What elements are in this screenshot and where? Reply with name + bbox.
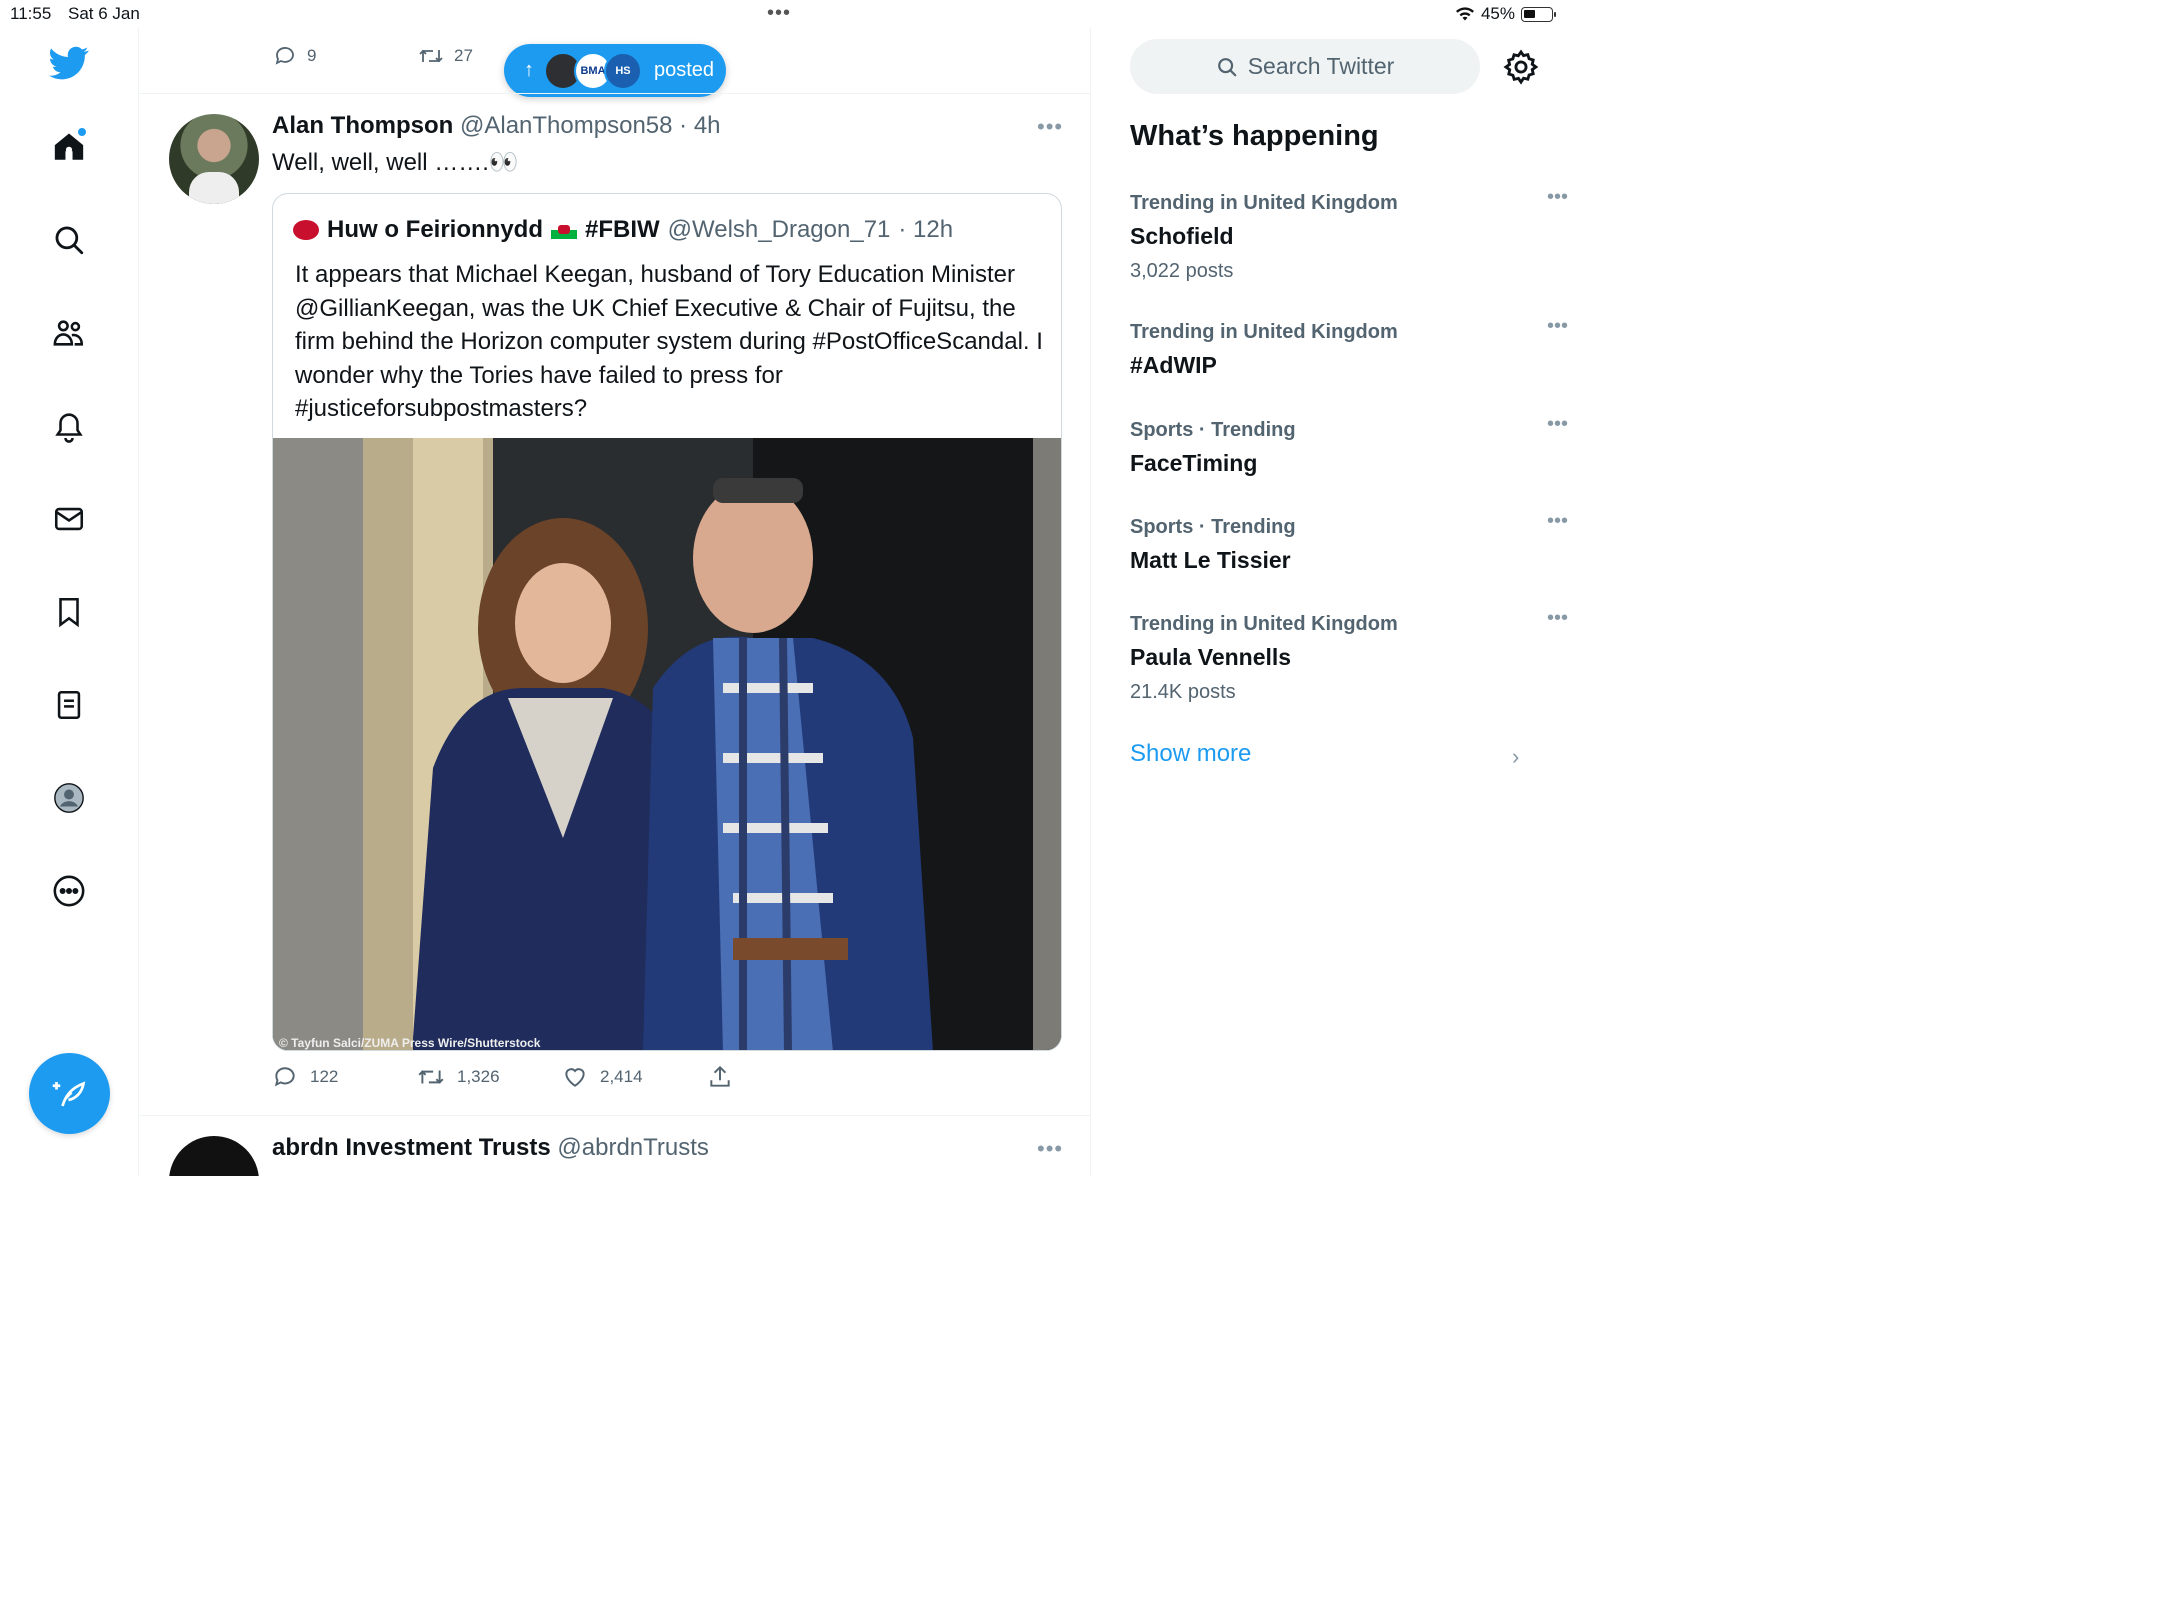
trend-context: Trending in United Kingdom xyxy=(1130,321,1398,343)
trend-title: #AdWIP xyxy=(1130,352,1217,378)
compose-icon xyxy=(52,1080,85,1106)
wifi-icon xyxy=(1455,7,1474,21)
share-icon xyxy=(710,1065,730,1087)
search-icon xyxy=(1217,57,1237,76)
status-time: 11:55 xyxy=(10,4,52,23)
trend-item[interactable]: Trending in United Kingdom Schofield 3,0… xyxy=(1130,186,1568,283)
home-notification-dot xyxy=(78,128,86,136)
tweet-divider xyxy=(139,1115,1090,1116)
trend-context: Sports · Trending xyxy=(1130,516,1296,538)
trend-item[interactable]: Trending in United Kingdom Paula Vennell… xyxy=(1130,607,1568,704)
welsh-dragon-icon xyxy=(293,220,319,240)
retweet-button[interactable]: 1,326 xyxy=(417,1064,562,1090)
trend-title: Schofield xyxy=(1130,223,1234,249)
quote-time[interactable]: · 12h xyxy=(898,216,953,244)
trend-title: FaceTiming xyxy=(1130,450,1258,476)
author-handle[interactable]: @abrdnTrusts xyxy=(557,1134,709,1161)
whats-happening-heading: What’s happening xyxy=(1130,120,1379,152)
left-navigation xyxy=(0,28,139,1176)
reply-icon xyxy=(274,1067,295,1087)
quote-text: It appears that Michael Keegan, husband … xyxy=(295,261,1043,422)
trend-more-icon[interactable]: ••• xyxy=(1547,510,1568,533)
quote-author-hashtag[interactable]: #FBIW xyxy=(585,216,660,244)
trend-item[interactable]: Trending in United Kingdom #AdWIP ••• xyxy=(1130,315,1568,379)
messages-icon[interactable] xyxy=(48,498,90,540)
right-sidebar: Search Twitter What’s happening Trending… xyxy=(1092,28,1568,1176)
more-icon[interactable] xyxy=(48,870,90,912)
gear-icon[interactable] xyxy=(1502,48,1540,86)
retweet-icon xyxy=(418,1070,444,1084)
next-tweet-header: abrdn Investment Trusts @abrdnTrusts xyxy=(272,1134,709,1162)
status-date: Sat 6 Jan xyxy=(68,4,140,23)
trend-more-icon[interactable]: ••• xyxy=(1547,186,1568,209)
show-more-link[interactable]: Show more xyxy=(1130,740,1251,768)
like-icon xyxy=(565,1068,585,1087)
tweet-text: Well, well, well …….👀 xyxy=(272,149,519,176)
tweet-more-icon[interactable]: ••• xyxy=(1037,1136,1063,1162)
tweet-more-icon[interactable]: ••• xyxy=(1037,114,1063,140)
photo-image xyxy=(273,438,1061,1050)
trend-item[interactable]: Sports · Trending FaceTiming ••• xyxy=(1130,413,1568,477)
trend-context: Trending in United Kingdom xyxy=(1130,192,1398,214)
trend-context: Trending in United Kingdom xyxy=(1130,613,1398,635)
author-name[interactable]: abrdn Investment Trusts xyxy=(272,1134,551,1161)
quote-author-name[interactable]: Huw o Feirionnydd xyxy=(327,216,543,244)
trend-title: Paula Vennells xyxy=(1130,644,1292,670)
reply-count: 122 xyxy=(310,1067,339,1086)
retweet-icon xyxy=(419,49,443,63)
search-input[interactable]: Search Twitter xyxy=(1130,39,1480,94)
tweet-actions: 122 1,326 2,414 xyxy=(272,1064,852,1090)
photo-credit: © Tayfun Salci/ZUMA Press Wire/Shutterst… xyxy=(279,1036,541,1050)
timeline: 9 27 ↑ BMA HS posted Alan Thompson @Alan… xyxy=(139,28,1091,1176)
new-posts-pill[interactable]: ↑ BMA HS posted xyxy=(504,44,726,97)
trend-more-icon[interactable]: ••• xyxy=(1547,413,1568,436)
share-button[interactable] xyxy=(707,1064,852,1090)
welsh-flag-icon xyxy=(551,221,577,239)
tweet-time[interactable]: · 4h xyxy=(679,112,720,139)
posted-avatar: HS xyxy=(604,51,642,90)
avatar[interactable] xyxy=(169,114,259,204)
trend-more-icon[interactable]: ••• xyxy=(1547,607,1568,630)
quoted-tweet[interactable]: Huw o Feirionnydd #FBIW @Welsh_Dragon_71… xyxy=(272,193,1062,1051)
notifications-icon[interactable] xyxy=(48,405,90,447)
trend-item[interactable]: Sports · Trending Matt Le Tissier ••• xyxy=(1130,510,1568,574)
trend-context: Sports · Trending xyxy=(1130,419,1296,441)
tweet-header: Alan Thompson @AlanThompson58 · 4h xyxy=(272,112,721,140)
battery-percent: 45% xyxy=(1480,4,1515,23)
author-name[interactable]: Alan Thompson xyxy=(272,112,453,139)
trend-posts: 3,022 posts xyxy=(1130,260,1234,282)
trend-more-icon[interactable]: ••• xyxy=(1547,315,1568,338)
battery-icon xyxy=(1521,6,1556,22)
reply-button[interactable]: 9 xyxy=(273,44,418,68)
retweet-count: 27 xyxy=(454,46,473,65)
like-button[interactable]: 2,414 xyxy=(562,1064,707,1090)
compose-button[interactable] xyxy=(29,1053,110,1134)
multitasking-dots-icon[interactable]: ••• xyxy=(767,2,791,25)
search-icon[interactable] xyxy=(48,219,90,261)
like-count: 2,414 xyxy=(600,1067,643,1086)
avatar[interactable] xyxy=(169,1136,259,1176)
communities-icon[interactable] xyxy=(48,312,90,354)
tweet-divider xyxy=(139,93,1090,94)
twitter-logo-icon[interactable] xyxy=(48,42,90,84)
quote-header: Huw o Feirionnydd #FBIW @Welsh_Dragon_71… xyxy=(293,216,953,244)
trend-title: Matt Le Tissier xyxy=(1130,547,1291,573)
search-placeholder: Search Twitter xyxy=(1247,53,1395,79)
status-bar: 11:55 Sat 6 Jan ••• 45% xyxy=(0,0,1563,28)
reply-icon xyxy=(275,47,294,65)
home-icon[interactable] xyxy=(48,126,90,168)
arrow-up-icon: ↑ xyxy=(524,59,534,81)
posted-label: posted xyxy=(654,59,715,81)
author-handle[interactable]: @AlanThompson58 xyxy=(460,112,672,139)
retweet-count: 1,326 xyxy=(457,1067,500,1086)
reply-button[interactable]: 122 xyxy=(272,1064,417,1090)
chevron-right-icon[interactable]: › xyxy=(1512,744,1519,770)
trend-posts: 21.4K posts xyxy=(1130,681,1236,703)
profile-icon[interactable] xyxy=(48,777,90,819)
reply-count: 9 xyxy=(307,46,317,65)
quote-author-handle[interactable]: @Welsh_Dragon_71 xyxy=(668,216,891,244)
bookmarks-icon[interactable] xyxy=(48,591,90,633)
lists-icon[interactable] xyxy=(48,684,90,726)
quote-photo[interactable]: © Tayfun Salci/ZUMA Press Wire/Shutterst… xyxy=(273,438,1061,1050)
